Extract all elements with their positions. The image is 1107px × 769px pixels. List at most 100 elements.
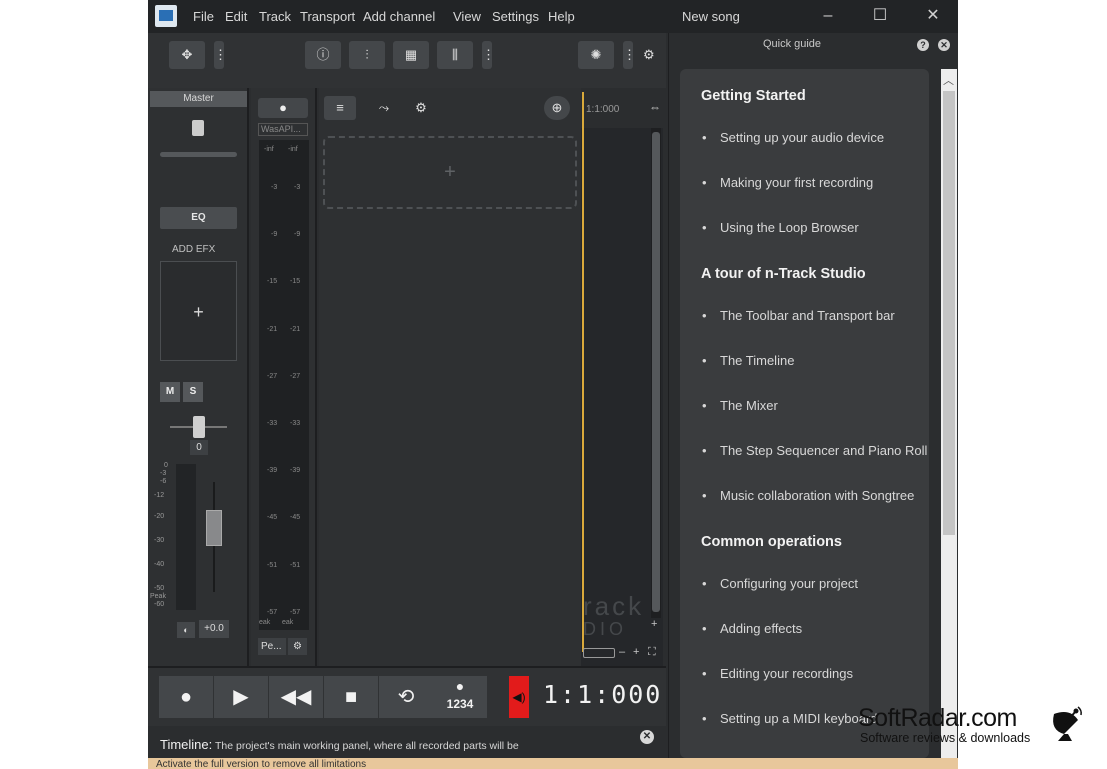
meter-tick: -57 <box>267 609 278 616</box>
gear-icon[interactable]: ⚙ <box>643 41 655 69</box>
more-options-icon[interactable]: ⋮ <box>623 41 636 69</box>
rewind-button[interactable]: ◀◀ <box>269 676 323 718</box>
more-options-icon[interactable]: ⋮ <box>214 41 227 69</box>
guide-link-label[interactable]: Configuring your project <box>720 576 858 591</box>
more-options-icon[interactable]: ⋮ <box>482 41 495 69</box>
close-icon[interactable]: ✕ <box>640 730 654 744</box>
menu-add-channel[interactable]: Add channel <box>363 9 435 24</box>
move-tool-button[interactable]: ✥ <box>169 41 205 69</box>
guide-link-label[interactable]: Using the Loop Browser <box>720 220 859 235</box>
guide-link-label[interactable]: The Step Sequencer and Piano Roll <box>720 443 927 458</box>
quick-guide-scrollbar[interactable]: ︿ <box>941 69 957 758</box>
close-button[interactable]: ✕ <box>923 6 943 26</box>
zoom-in-icon[interactable]: + <box>633 646 639 658</box>
automation-icon[interactable]: ⤳ <box>371 96 397 120</box>
guide-link[interactable]: The Step Sequencer and Piano Roll <box>702 443 927 458</box>
menu-file[interactable]: File <box>193 9 214 24</box>
guide-link[interactable]: Adding effects <box>702 621 802 636</box>
zoom-out-icon[interactable]: – <box>619 646 625 658</box>
zoom-in-icon[interactable]: + <box>651 618 657 630</box>
menu-view[interactable]: View <box>453 9 481 24</box>
peak-mode-dropdown[interactable]: Pe... <box>258 638 286 655</box>
add-effect-slot[interactable]: + <box>160 261 237 361</box>
guide-link-label[interactable]: The Timeline <box>720 353 794 368</box>
guide-link[interactable]: Using the Loop Browser <box>702 220 859 235</box>
loop-button[interactable]: ⟲ <box>379 676 433 718</box>
fit-width-icon[interactable]: ⇔ <box>649 100 661 114</box>
meter-tick: -9 <box>271 231 278 238</box>
eq-button[interactable]: EQ <box>160 207 237 229</box>
guide-link-label[interactable]: Setting up your audio device <box>720 130 884 145</box>
pan-slider[interactable] <box>160 152 237 157</box>
step-sequencer-button[interactable]: ▦ <box>393 41 429 69</box>
menu-transport[interactable]: Transport <box>300 9 355 24</box>
playhead-cursor[interactable] <box>582 92 584 652</box>
menu-help[interactable]: Help <box>548 9 575 24</box>
play-button[interactable]: ▶ <box>214 676 268 718</box>
track-input-strip: ● WasAPI... -inf -inf -3 -3 -9 -9 -15 -15 -2… <box>251 88 317 666</box>
guide-link-label[interactable]: Setting up a MIDI keyboard <box>720 711 878 726</box>
meter-tick: -21 <box>290 326 301 333</box>
mute-button[interactable]: M <box>160 382 180 402</box>
maximize-button[interactable]: ☐ <box>870 6 890 26</box>
record-button[interactable]: ● <box>159 676 213 718</box>
n-track-studio-window: File Edit Track Transport Add channel Vi… <box>148 0 958 769</box>
menu-track[interactable]: Track <box>259 9 291 24</box>
guide-link[interactable]: Making your first recording <box>702 175 873 190</box>
gear-icon[interactable]: ⚙ <box>409 96 433 120</box>
guide-link-label[interactable]: Making your first recording <box>720 175 873 190</box>
mixer-button[interactable]: ⫶ <box>349 41 385 69</box>
guide-link[interactable]: The Timeline <box>702 353 794 368</box>
audio-device-label[interactable]: WasAPI... <box>258 123 308 136</box>
meter-tick: -51 <box>267 562 278 569</box>
meter-tick: eak <box>259 619 271 626</box>
master-gain-value[interactable]: +0.0 <box>199 620 229 638</box>
speaker-icon[interactable]: ◀) <box>509 676 529 718</box>
guide-link[interactable]: Setting up your audio device <box>702 130 884 145</box>
timeline-panel[interactable]: 1:1:000 ⇔ rack DIO + – + ⛶ <box>581 88 663 666</box>
guide-link[interactable]: The Toolbar and Transport bar <box>702 308 895 323</box>
close-icon[interactable]: ✕ <box>938 39 950 51</box>
info-button[interactable]: ⓘ <box>305 41 341 69</box>
guide-link-label[interactable]: The Toolbar and Transport bar <box>720 308 895 323</box>
solo-button[interactable]: S <box>183 382 203 402</box>
menu-edit[interactable]: Edit <box>225 9 247 24</box>
master-volume-fader[interactable] <box>206 510 222 546</box>
add-track-dropzone[interactable]: + <box>323 136 577 209</box>
add-track-icon[interactable]: ⊕ <box>544 96 570 120</box>
vertical-scroll-thumb[interactable] <box>652 132 660 612</box>
guide-link[interactable]: Setting up a MIDI keyboard <box>702 711 878 726</box>
tuner-button[interactable]: ✺ <box>578 41 614 69</box>
track-menu-icon[interactable]: ≡ <box>324 96 356 120</box>
guide-section-heading: Getting Started <box>701 88 806 104</box>
piano-roll-button[interactable]: ⫼ <box>437 41 473 69</box>
chevron-up-icon[interactable]: ︿ <box>943 72 954 88</box>
minimize-button[interactable]: – <box>818 6 838 26</box>
meter-scale: 0 -3 -6 -12 -20 -30 -40 -50 Peak -60 <box>150 462 170 612</box>
activation-banner[interactable]: Activate the full version to remove all … <box>148 758 958 769</box>
guide-link[interactable]: Editing your recordings <box>702 666 853 681</box>
stop-button[interactable]: ■ <box>324 676 378 718</box>
timeline-ruler[interactable]: 1:1:000 ⇔ <box>581 88 663 128</box>
scroll-thumb[interactable] <box>943 91 955 535</box>
meter-scale-label: -60 <box>154 601 165 608</box>
info-description: The project's main working panel, where … <box>215 740 519 752</box>
menu-settings[interactable]: Settings <box>492 9 539 24</box>
guide-link[interactable]: Music collaboration with Songtree <box>702 488 914 503</box>
help-icon[interactable]: ? <box>917 39 929 51</box>
guide-link[interactable]: The Mixer <box>702 398 778 413</box>
app-logo-icon[interactable] <box>155 5 177 27</box>
record-arm-button[interactable]: ● <box>258 98 308 118</box>
stereo-link-icon[interactable]: ◐ <box>177 622 195 638</box>
fit-all-icon[interactable]: ⛶ <box>648 646 656 659</box>
horizontal-scroll-thumb[interactable] <box>583 648 615 658</box>
guide-link-label[interactable]: Editing your recordings <box>720 666 853 681</box>
guide-link-label[interactable]: The Mixer <box>720 398 778 413</box>
gear-icon[interactable]: ⚙ <box>288 638 307 655</box>
guide-link-label[interactable]: Adding effects <box>720 621 802 636</box>
speaker-icon[interactable] <box>192 120 204 136</box>
volume-knob[interactable] <box>193 416 205 438</box>
guide-link-label[interactable]: Music collaboration with Songtree <box>720 488 914 503</box>
guide-link[interactable]: Configuring your project <box>702 576 858 591</box>
metronome-count-in-button[interactable]: ● 1234 <box>433 676 487 718</box>
